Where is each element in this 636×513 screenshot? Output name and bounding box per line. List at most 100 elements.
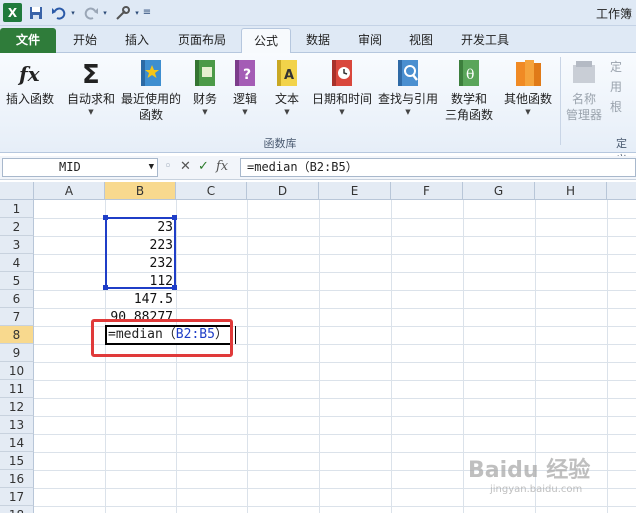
- name-box-dropdown-icon[interactable]: ▼: [149, 159, 154, 176]
- recent-functions-label-2: 函数: [138, 108, 163, 122]
- math-trig-label-2: 三角函数: [444, 108, 493, 122]
- more-books-icon: [513, 57, 543, 89]
- tab-page-layout[interactable]: 页面布局: [166, 28, 238, 53]
- tab-review[interactable]: 审阅: [346, 28, 394, 53]
- row-header-13[interactable]: 13: [0, 416, 34, 434]
- row-header-1[interactable]: 1: [0, 200, 34, 218]
- column-header-e[interactable]: E: [319, 182, 391, 200]
- column-header-f[interactable]: F: [391, 182, 463, 200]
- datetime-book-icon: [327, 57, 357, 89]
- tab-data[interactable]: 数据: [294, 28, 342, 53]
- row-header-14[interactable]: 14: [0, 434, 34, 452]
- enter-icon[interactable]: ✓: [198, 159, 209, 174]
- tab-home[interactable]: 开始: [60, 28, 110, 53]
- lookup-button[interactable]: 查找与引用 ▼: [376, 57, 440, 117]
- financial-button[interactable]: 财务 ▼: [188, 57, 222, 117]
- insert-function-button[interactable]: fx 插入函数: [2, 57, 58, 107]
- quick-access-toolbar: X ▾ ▾ ▾ ≡ 工作簿: [0, 0, 636, 26]
- redo-dropdown-icon[interactable]: ▾: [101, 3, 109, 22]
- column-header-d[interactable]: D: [247, 182, 319, 200]
- row-header-6[interactable]: 6: [0, 290, 34, 308]
- save-icon[interactable]: [28, 3, 44, 22]
- row-header-11[interactable]: 11: [0, 380, 34, 398]
- gridline: [391, 200, 392, 513]
- name-box[interactable]: MID ▼: [2, 158, 158, 177]
- financial-book-icon: [190, 57, 220, 89]
- ribbon-formulas: fx 插入函数 Σ 自动求和 ▼ 最近使用的 函数 财务 ▼ ? 逻辑 ▼ A …: [0, 53, 636, 166]
- formula-input[interactable]: =median（B2:B5）: [240, 158, 636, 177]
- cell-b6[interactable]: 147.5: [105, 291, 176, 309]
- tab-developer[interactable]: 开发工具: [450, 28, 520, 53]
- insert-function-fx-icon[interactable]: fx: [216, 159, 228, 174]
- svg-text:A: A: [284, 68, 294, 83]
- text-label: 文本: [274, 92, 299, 106]
- name-manager-label-2: 管理器: [565, 108, 602, 122]
- svg-text:θ: θ: [466, 67, 474, 83]
- logical-button[interactable]: ? 逻辑 ▼: [228, 57, 262, 117]
- column-header-a[interactable]: A: [34, 182, 105, 200]
- excel-logo-icon: X: [3, 3, 22, 22]
- tab-file[interactable]: 文件: [0, 28, 56, 53]
- select-all-corner[interactable]: [0, 182, 34, 200]
- tools-icon[interactable]: [114, 3, 132, 22]
- more-functions-button[interactable]: 其他函数 ▼: [502, 57, 554, 117]
- math-book-icon: θ: [454, 57, 484, 89]
- tools-dropdown-icon[interactable]: ▾: [133, 3, 141, 22]
- define-name-label: 定: [610, 60, 623, 74]
- datetime-button[interactable]: 日期和时间 ▼: [310, 57, 374, 117]
- tab-insert[interactable]: 插入: [112, 28, 162, 53]
- column-header-h[interactable]: H: [535, 182, 607, 200]
- tab-view[interactable]: 视图: [398, 28, 444, 53]
- autosum-button[interactable]: Σ 自动求和 ▼: [64, 57, 118, 117]
- gridline: [34, 416, 636, 417]
- datetime-label: 日期和时间: [311, 92, 372, 106]
- range-handle[interactable]: [172, 215, 177, 220]
- name-manager-button[interactable]: 名称 管理器: [562, 57, 606, 123]
- name-manager-icon: [569, 57, 599, 89]
- gridline: [463, 200, 464, 513]
- ribbon-tabs: 文件 开始 插入 页面布局 公式 数据 审阅 视图 开发工具: [0, 26, 636, 53]
- cancel-icon[interactable]: ✕: [180, 159, 191, 174]
- star-book-icon: [136, 57, 166, 89]
- gridline: [34, 362, 636, 363]
- financial-label: 财务: [192, 92, 217, 106]
- row-header-10[interactable]: 10: [0, 362, 34, 380]
- row-header-7[interactable]: 7: [0, 308, 34, 326]
- row-header-17[interactable]: 17: [0, 488, 34, 506]
- undo-dropdown-icon[interactable]: ▾: [69, 3, 77, 22]
- math-trig-button[interactable]: θ 数学和 三角函数: [440, 57, 498, 123]
- logical-label: 逻辑: [232, 92, 257, 106]
- insert-function-label: 插入函数: [5, 92, 54, 106]
- create-from-selection-label: 根: [610, 100, 623, 114]
- range-handle[interactable]: [103, 285, 108, 290]
- more-functions-label: 其他函数: [503, 92, 552, 106]
- lookup-label: 查找与引用: [377, 92, 438, 106]
- redo-icon[interactable]: [82, 3, 100, 22]
- range-handle[interactable]: [103, 215, 108, 220]
- column-header-g[interactable]: G: [463, 182, 535, 200]
- row-header-18[interactable]: 18: [0, 506, 34, 513]
- column-header-c[interactable]: C: [176, 182, 247, 200]
- tab-formulas[interactable]: 公式: [241, 28, 291, 53]
- row-header-12[interactable]: 12: [0, 398, 34, 416]
- row-header-8[interactable]: 8: [0, 326, 34, 344]
- text-dropdown-icon: ▼: [284, 108, 290, 116]
- customize-icon[interactable]: ≡: [142, 3, 152, 22]
- recent-functions-button[interactable]: 最近使用的 函数: [118, 57, 184, 123]
- row-header-2[interactable]: 2: [0, 218, 34, 236]
- svg-text:Σ: Σ: [82, 60, 100, 89]
- range-handle[interactable]: [172, 285, 177, 290]
- row-header-15[interactable]: 15: [0, 452, 34, 470]
- text-button[interactable]: A 文本 ▼: [270, 57, 304, 117]
- column-header-b[interactable]: B: [105, 182, 176, 200]
- define-name-group[interactable]: 定 用 根: [610, 57, 636, 117]
- row-header-3[interactable]: 3: [0, 236, 34, 254]
- use-in-formula-label: 用: [610, 80, 623, 94]
- undo-icon[interactable]: [50, 3, 68, 22]
- row-header-4[interactable]: 4: [0, 254, 34, 272]
- row-header-9[interactable]: 9: [0, 344, 34, 362]
- gridline: [247, 200, 248, 513]
- row-header-16[interactable]: 16: [0, 470, 34, 488]
- column-header-i[interactable]: [607, 182, 636, 200]
- row-header-5[interactable]: 5: [0, 272, 34, 290]
